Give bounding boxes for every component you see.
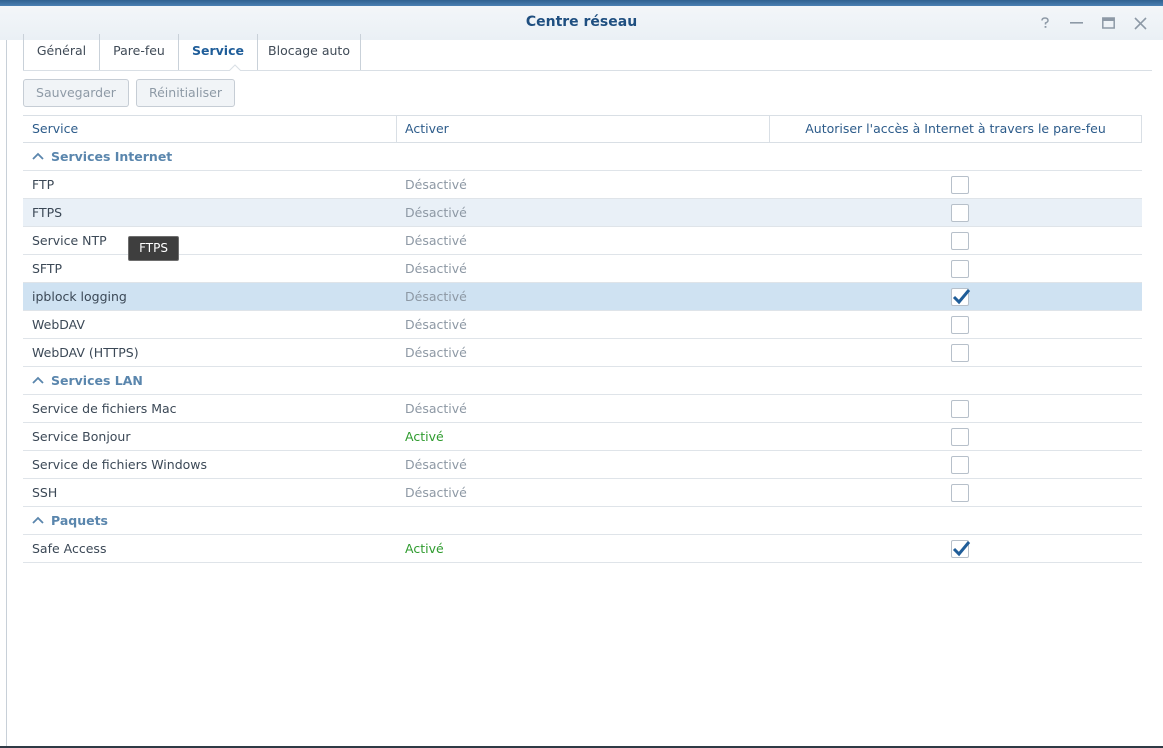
table-row[interactable]: SFTP Désactivé: [23, 255, 1142, 283]
chevron-up-icon: [32, 376, 44, 384]
allow-internet-checkbox[interactable]: [951, 456, 969, 474]
service-status: Désactivé: [405, 261, 467, 276]
window-title: Centre réseau: [525, 14, 638, 30]
service-name: FTP: [32, 177, 55, 192]
column-divider: [1141, 116, 1142, 143]
reset-button[interactable]: Réinitialiser: [136, 79, 235, 107]
checkmark-icon: [952, 541, 971, 557]
group-header-lan-services[interactable]: Services LAN: [23, 367, 1142, 395]
allow-internet-checkbox[interactable]: [951, 260, 969, 278]
service-name: Service de fichiers Windows: [32, 457, 208, 472]
service-name: Safe Access: [32, 541, 107, 556]
close-icon[interactable]: [1129, 12, 1151, 34]
chevron-up-icon: [32, 516, 44, 524]
service-name: WebDAV (HTTPS): [32, 345, 139, 360]
group-header-internet-services[interactable]: Services Internet: [23, 143, 1142, 171]
row-tooltip: FTPS: [128, 236, 179, 261]
group-header-packages[interactable]: Paquets: [23, 507, 1142, 535]
service-name: WebDAV: [32, 317, 85, 332]
service-status: Désactivé: [405, 233, 467, 248]
allow-internet-checkbox[interactable]: [951, 428, 969, 446]
allow-internet-checkbox[interactable]: [951, 316, 969, 334]
service-status: Désactivé: [405, 317, 467, 332]
allow-internet-checkbox[interactable]: [951, 484, 969, 502]
service-name: Service de fichiers Mac: [32, 401, 177, 416]
table-row[interactable]: FTP Désactivé: [23, 171, 1142, 199]
table-row[interactable]: Service de fichiers Windows Désactivé: [23, 451, 1142, 479]
column-header-enable[interactable]: Activer: [405, 116, 449, 143]
table-row[interactable]: WebDAV (HTTPS) Désactivé: [23, 339, 1142, 367]
window-left-border: [6, 40, 7, 746]
table-row[interactable]: Service NTP Désactivé: [23, 227, 1142, 255]
allow-internet-checkbox[interactable]: [951, 400, 969, 418]
tab-auto-block[interactable]: Blocage auto: [257, 34, 361, 70]
service-name: Service NTP: [32, 233, 107, 248]
table-row[interactable]: Safe Access Activé: [23, 535, 1142, 563]
save-button[interactable]: Sauvegarder: [23, 79, 129, 107]
column-header-service[interactable]: Service: [32, 116, 78, 143]
column-divider: [396, 116, 397, 143]
tab-firewall[interactable]: Pare-feu: [99, 34, 178, 70]
table-row[interactable]: Service Bonjour Activé: [23, 423, 1142, 451]
table-header: Service Activer Autoriser l'accès à Inte…: [23, 115, 1142, 143]
allow-internet-checkbox[interactable]: [951, 204, 969, 222]
service-name: FTPS: [32, 205, 63, 220]
chevron-up-icon: [32, 152, 44, 160]
allow-internet-checkbox[interactable]: [951, 540, 971, 558]
tab-general[interactable]: Général: [23, 34, 99, 70]
service-status: Désactivé: [405, 457, 467, 472]
minimize-icon[interactable]: [1065, 12, 1087, 34]
active-tab-indicator: [229, 64, 241, 71]
allow-internet-checkbox[interactable]: [951, 176, 969, 194]
column-header-allow-internet[interactable]: Autoriser l'accès à Internet à travers l…: [770, 116, 1141, 143]
service-status: Désactivé: [405, 401, 467, 416]
service-status: Désactivé: [405, 345, 467, 360]
table-row-selected[interactable]: ipblock logging Désactivé: [23, 283, 1142, 311]
tab-service[interactable]: Service: [178, 34, 257, 70]
service-status: Désactivé: [405, 177, 467, 192]
group-label: Services Internet: [51, 149, 173, 164]
table-row[interactable]: Service de fichiers Mac Désactivé: [23, 395, 1142, 423]
table-row[interactable]: WebDAV Désactivé: [23, 311, 1142, 339]
group-label: Paquets: [51, 513, 109, 528]
service-status: Désactivé: [405, 289, 467, 304]
maximize-icon[interactable]: [1097, 12, 1119, 34]
tab-bar: Général Pare-feu Service Blocage auto: [23, 34, 1152, 71]
service-status: Désactivé: [405, 485, 467, 500]
service-name: SFTP: [32, 261, 63, 276]
service-status: Activé: [405, 541, 444, 556]
service-status: Désactivé: [405, 205, 467, 220]
table-row[interactable]: SSH Désactivé: [23, 479, 1142, 507]
service-name: Service Bonjour: [32, 429, 131, 444]
help-icon[interactable]: [1034, 12, 1056, 34]
group-label: Services LAN: [51, 373, 143, 388]
service-name: SSH: [32, 485, 58, 500]
allow-internet-checkbox[interactable]: [951, 232, 969, 250]
service-status: Activé: [405, 429, 444, 444]
checkmark-icon: [952, 289, 971, 305]
service-name: ipblock logging: [32, 289, 127, 304]
allow-internet-checkbox[interactable]: [951, 344, 969, 362]
table-row[interactable]: FTPS Désactivé: [23, 199, 1142, 227]
allow-internet-checkbox[interactable]: [951, 288, 971, 306]
